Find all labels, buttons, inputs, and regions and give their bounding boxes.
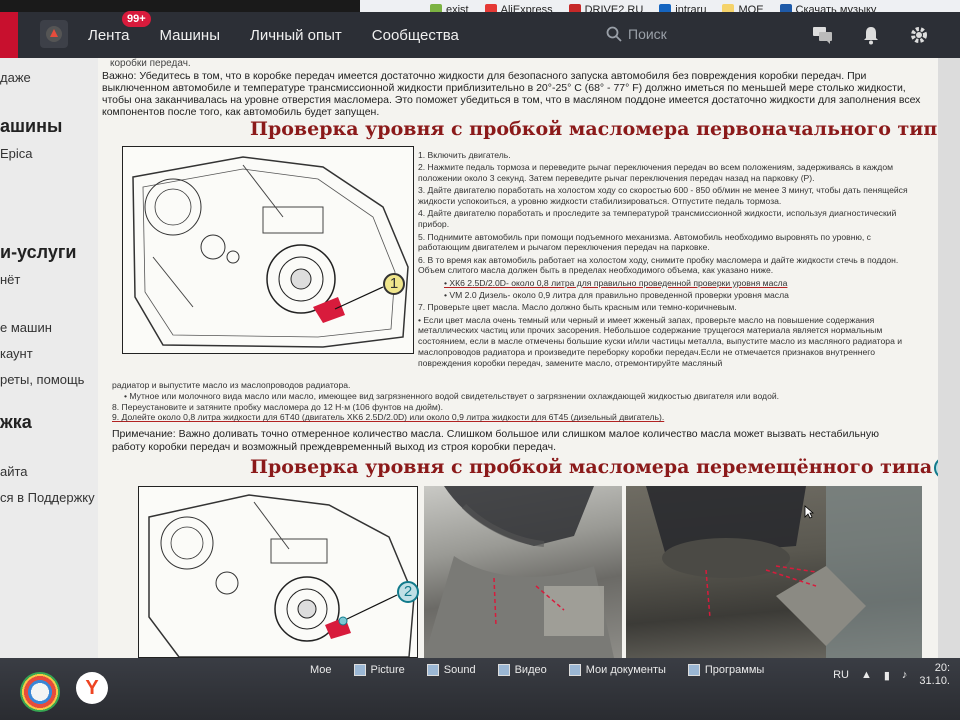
chrome-taskbar-icon[interactable] [20, 672, 60, 712]
folder-icon [568, 664, 581, 676]
sidebar-item-site[interactable]: айта [0, 464, 28, 479]
taskbar-folder-sound[interactable]: Sound [426, 664, 476, 676]
bell-icon[interactable] [860, 24, 882, 46]
sidebar-heading-support: жка [0, 412, 32, 432]
sidebar-item-help[interactable]: реты, помощь [0, 372, 84, 387]
procedure-steps: 1. Включить двигатель. 2. Нажмите педаль… [418, 150, 908, 368]
site-header: Лента 99+ Машины Личный опыт Сообщества … [0, 10, 960, 58]
doc-important-paragraph: Важно: Убедитесь в том, что в коробке пе… [102, 70, 921, 118]
page-scroll-gutter[interactable] [938, 58, 960, 658]
sidebar-heading-services: и-услуги [0, 242, 77, 262]
document-page: коробки передач. Важно: Убедитесь в том,… [98, 58, 938, 658]
sidebar-item-sale[interactable]: даже [0, 70, 31, 85]
messages-icon[interactable] [812, 24, 834, 46]
folder-icon [687, 664, 700, 676]
header-icons [812, 24, 930, 46]
gear-icon[interactable] [908, 24, 930, 46]
taskbar-folders: Мое Picture Sound Видео Мои документы Пр… [310, 664, 764, 676]
taskbar-folder-moe[interactable]: Мое [310, 664, 332, 676]
doc-top-line: коробки передач. [110, 58, 191, 69]
folder-icon [353, 664, 366, 676]
sidebar-item-epica[interactable]: Epica [0, 146, 33, 161]
main-nav: Лента 99+ Машины Личный опыт Сообщества [88, 10, 459, 58]
mouse-cursor-icon [804, 505, 814, 519]
diagram1-marker: 1 [383, 273, 405, 295]
nav-cars[interactable]: Машины [160, 27, 220, 44]
nav-feed[interactable]: Лента 99+ [88, 10, 151, 44]
sidebar-heading-cars: ашины [0, 116, 63, 136]
taskbar-folder-programs[interactable]: Программы [687, 664, 764, 676]
system-tray: RU ▲ ▮ ♪ 20: 31.10. [833, 662, 950, 688]
diagram2-marker: 2 [397, 581, 419, 603]
gearbox-diagram-1: 1 [122, 146, 414, 354]
taskbar-folder-picture[interactable]: Picture [353, 664, 405, 676]
folder-icon [426, 664, 439, 676]
doc-note: Примечание: Важно доливать точно отмерен… [112, 428, 879, 453]
yandex-browser-icon[interactable]: Y [76, 672, 108, 704]
folder-icon [497, 664, 510, 676]
heading-original-type: Проверка уровня с пробкой масломера перв… [250, 118, 938, 141]
sidebar-item-contact-support[interactable]: ся в Поддержку [0, 490, 95, 505]
notification-badge: 99+ [122, 10, 151, 27]
red-accent-strip [0, 12, 18, 58]
volume-icon[interactable]: ♪ [902, 669, 908, 681]
network-icon[interactable]: ▮ [884, 669, 890, 682]
os-taskbar: Y Мое Picture Sound Видео Мои документы … [0, 658, 960, 720]
taskbar-folder-video[interactable]: Видео [497, 664, 547, 676]
search-placeholder: Поиск [628, 26, 667, 42]
sidebar-item-profile[interactable]: каунт [0, 346, 33, 361]
clock[interactable]: 20: 31.10. [919, 662, 950, 688]
photo-gearbox-underside-2 [626, 486, 922, 658]
site-logo-icon[interactable] [40, 20, 68, 48]
sidebar-item-cars[interactable]: е машин [0, 320, 52, 335]
sidebar-item-account[interactable]: нёт [0, 272, 20, 287]
left-sidebar: даже ашины Epica и-услуги нёт е машин ка… [0, 58, 98, 658]
tray-arrow-icon[interactable]: ▲ [861, 669, 872, 681]
procedure-steps-bottom: радиатор и выпустите масло из маслопрово… [112, 380, 780, 423]
search-box[interactable]: Поиск [606, 26, 667, 42]
taskbar-folder-documents[interactable]: Мои документы [568, 664, 666, 676]
photo-gearbox-underside-1 [424, 486, 622, 658]
nav-experience[interactable]: Личный опыт [250, 27, 342, 44]
nav-communities[interactable]: Сообщества [372, 27, 459, 44]
heading-relocated-type: Проверка уровня с пробкой масломера пере… [250, 456, 938, 479]
language-indicator[interactable]: RU [833, 669, 849, 681]
gearbox-diagram-2: 2 [138, 486, 419, 658]
search-icon [606, 26, 622, 42]
